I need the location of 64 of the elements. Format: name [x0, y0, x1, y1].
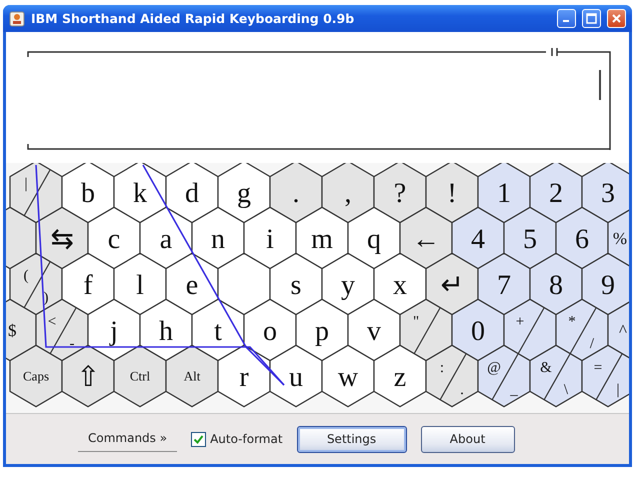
keyboard-key[interactable]: p	[295, 298, 349, 362]
keyboard-key[interactable]: s	[269, 252, 323, 316]
keyboard-key[interactable]: ?	[373, 163, 427, 224]
keyboard-key[interactable]: u	[269, 344, 323, 408]
keyboard-key[interactable]: z	[373, 344, 427, 408]
keyboard-key[interactable]: i	[243, 206, 297, 270]
keyboard-key[interactable]: ↵	[425, 252, 479, 316]
auto-format-checkbox[interactable]	[191, 432, 206, 446]
window-title: IBM Shorthand Aided Rapid Keyboarding 0.9b	[31, 11, 356, 26]
close-button[interactable]	[607, 9, 626, 28]
maximize-button[interactable]	[582, 9, 601, 28]
keyboard-key[interactable]: & \	[529, 344, 583, 408]
minimize-button[interactable]	[557, 9, 576, 28]
keyboard-key[interactable]: Alt	[165, 344, 219, 408]
auto-format-label: Auto-format	[210, 432, 283, 446]
keyboard-key[interactable]: 3	[581, 163, 629, 224]
keyboard-key[interactable]: Caps	[9, 344, 63, 408]
keyboard-key[interactable]: ,	[321, 163, 375, 224]
keyboard-key[interactable]: @ _	[477, 344, 531, 408]
keyboard-key[interactable]: 0	[451, 298, 505, 362]
keyboard-key[interactable]: .	[269, 163, 323, 224]
keyboard-key[interactable]: 4	[451, 206, 505, 270]
dialog-button[interactable]: About	[420, 426, 515, 452]
keyboard-key[interactable]: q	[347, 206, 401, 270]
keyboard-key[interactable]	[217, 252, 271, 316]
app-icon	[9, 10, 25, 26]
keyboard-key[interactable]: 1	[477, 163, 531, 224]
keyboard-key[interactable]	[6, 206, 37, 270]
keyboard-key[interactable]: 7	[477, 252, 531, 316]
keyboard-key[interactable]: +	[503, 298, 557, 362]
keyboard-key[interactable]: ⇧	[61, 344, 115, 408]
keyboard-key[interactable]: 8	[529, 252, 583, 316]
keyboard-key[interactable]: : .	[425, 344, 479, 408]
keyboard-key[interactable]: "	[399, 298, 453, 362]
text-cursor	[599, 70, 601, 100]
keyboard-key[interactable]: r	[217, 344, 271, 408]
text-input-area[interactable]	[6, 32, 629, 163]
keyboard-key[interactable]: b	[61, 163, 115, 224]
keyboard-key[interactable]: $	[6, 298, 37, 362]
keyboard-key[interactable]: !	[425, 163, 479, 224]
dialog-button[interactable]: Settings	[296, 426, 407, 452]
keyboard-key[interactable]: ←	[399, 206, 453, 270]
keyboard-key[interactable]: d	[165, 163, 219, 224]
keyboard-key[interactable]: Ctrl	[113, 344, 167, 408]
keyboard-key[interactable]: m	[295, 206, 349, 270]
keyboard-key[interactable]: f	[61, 252, 115, 316]
keyboard-key[interactable]: c	[87, 206, 141, 270]
check-icon	[193, 434, 204, 444]
keyboard-key[interactable]: g	[217, 163, 271, 224]
keyboard-key[interactable]: n	[191, 206, 245, 270]
keyboard-key[interactable]: 5	[503, 206, 557, 270]
keyboard-key[interactable]: v	[347, 298, 401, 362]
keyboard-key[interactable]: 9	[581, 252, 629, 316]
close-icon	[611, 13, 622, 24]
commands-menu[interactable]: Commands »	[78, 426, 178, 452]
keyboard-key[interactable]: o	[243, 298, 297, 362]
keyboard-key[interactable]: |	[9, 163, 63, 224]
keyboard-key[interactable]: l	[113, 252, 167, 316]
keyboard-key[interactable]: k	[113, 163, 167, 224]
keyboard-key[interactable]: 2	[529, 163, 583, 224]
keyboard-key[interactable]: y	[321, 252, 375, 316]
keyboard-key[interactable]: x	[373, 252, 427, 316]
maximize-icon	[586, 13, 597, 24]
keyboard-key[interactable]: w	[321, 344, 375, 408]
